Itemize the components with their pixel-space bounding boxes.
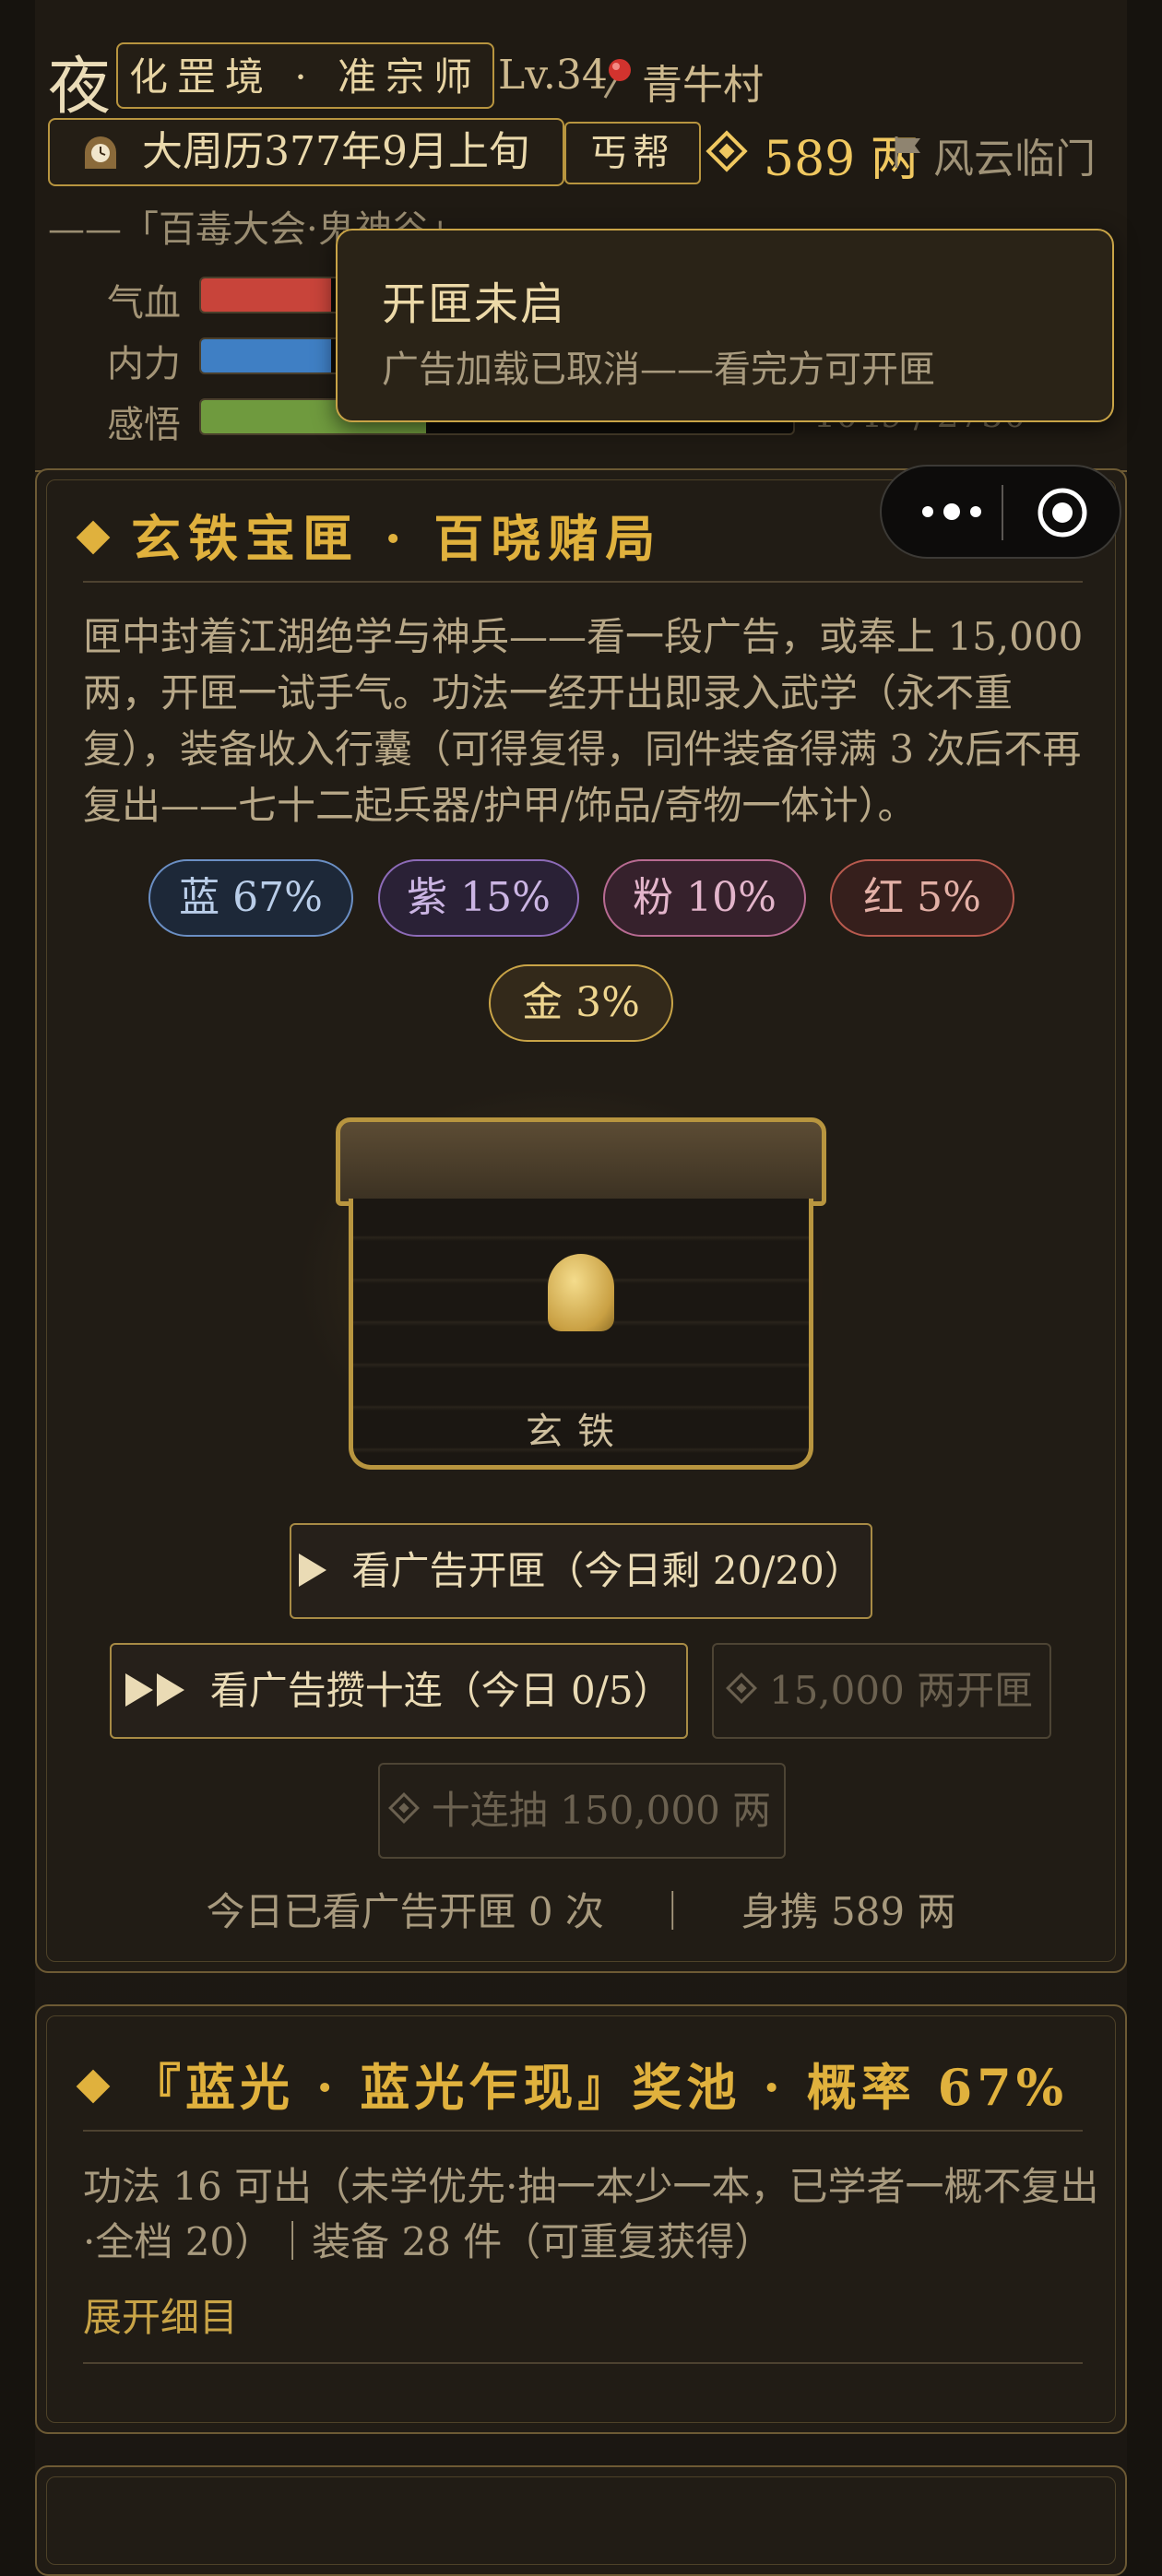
rarity-pill-gold[interactable]: 金 3% (489, 964, 673, 1042)
toast-tooltip: 开匣未启 广告加载已取消——看完方可开匣 (336, 229, 1114, 422)
pay-open-label: 15,000 两开匣 (768, 1668, 1034, 1713)
silver-diamond-icon (387, 1792, 420, 1824)
fast-forward-icon-2 (157, 1673, 185, 1707)
chest-lid[interactable] (336, 1117, 826, 1206)
mp-label: 内力 (107, 343, 181, 385)
target-circle-icon[interactable] (1037, 487, 1088, 538)
rarity-pill-red[interactable]: 红 5% (830, 859, 1014, 937)
toast-title: 开匣未启 (382, 278, 567, 330)
pool-card-title-text: 『蓝光 · 蓝光乍现』奖池 · 概率 67% (131, 2058, 1069, 2117)
silver-diamond-icon (725, 1672, 757, 1704)
mantel-clock-icon (85, 136, 116, 169)
sect-badge[interactable]: 丐帮 (564, 122, 701, 184)
chest-card-title: 玄铁宝匣 · 百晓赌局 (76, 498, 663, 571)
more-dots-icon[interactable] (913, 490, 990, 533)
calendar-date[interactable]: 大周历377年9月上旬 (48, 118, 564, 186)
location-pin-icon (603, 59, 631, 99)
date-text: 大周历377年9月上旬 (142, 128, 529, 175)
divider (83, 581, 1083, 583)
play-icon (299, 1554, 327, 1587)
pay-open-button[interactable]: 15,000 两开匣 (712, 1643, 1051, 1739)
chest-lock-icon (548, 1254, 614, 1331)
toast-message: 广告加载已取消——看完方可开匣 (382, 349, 935, 391)
hp-label: 气血 (107, 282, 181, 325)
ad-count-text: 今日已看广告开匣 0 次 (206, 1889, 604, 1934)
pay-ten-label: 十连抽 150,000 两 (431, 1788, 772, 1833)
fast-forward-icon (125, 1673, 154, 1707)
mp-bar-fill (201, 339, 332, 372)
pool-card-title: 『蓝光 · 蓝光乍现』奖池 · 概率 67% (76, 2047, 1069, 2120)
expand-details-link[interactable]: 展开细目 (83, 2286, 238, 2343)
chest-label: 玄铁 (526, 1411, 629, 1453)
next-card (35, 2465, 1127, 2576)
night-indicator: 夜 (48, 51, 112, 124)
insight-label: 感悟 (107, 404, 181, 446)
chest-footer: 今日已看广告开匣 0 次 ｜ 身携 589 两 (35, 1881, 1127, 1937)
rarity-pill-blue[interactable]: 蓝 67% (148, 859, 353, 937)
miniprogram-capsule (880, 465, 1121, 559)
location-name[interactable]: 青牛村 (642, 52, 764, 111)
capsule-divider (1002, 485, 1003, 540)
event-banner-link[interactable]: 风云临门 (933, 125, 1096, 184)
silver-diamond-icon (706, 130, 748, 172)
diamond-bullet-icon (76, 520, 111, 555)
footer-separator: ｜ (653, 1889, 693, 1934)
level-text: Lv.34 (498, 52, 608, 99)
divider (83, 2130, 1083, 2132)
chest-description: 匣中封着江湖绝学与神兵——看一段广告，或奉上 15,000 两，开匣一试手气。功… (83, 614, 1084, 828)
divider (83, 2362, 1083, 2364)
watch-ad-open-button[interactable]: 看广告开匣（今日剩 20/20） (290, 1523, 872, 1619)
watch-ad-ten-button[interactable]: 看广告攒十连（今日 0/5） (110, 1643, 688, 1739)
pool-card: 『蓝光 · 蓝光乍现』奖池 · 概率 67% 功法 16 可出（未学优先·抽一本… (35, 2004, 1127, 2434)
watch-ad-ten-label: 看广告攒十连（今日 0/5） (209, 1668, 672, 1713)
diamond-bullet-icon (76, 2069, 111, 2104)
pay-ten-button[interactable]: 十连抽 150,000 两 (378, 1763, 786, 1859)
card-inner-border (46, 2476, 1116, 2565)
hp-bar-fill (201, 278, 332, 312)
rarity-pill-purple[interactable]: 紫 15% (378, 859, 579, 937)
realm-badge[interactable]: 化罡境 · 准宗师 (116, 42, 494, 109)
rarity-pill-pink[interactable]: 粉 10% (603, 859, 806, 937)
carried-money-text: 身携 589 两 (741, 1889, 956, 1934)
chest-card-title-text: 玄铁宝匣 · 百晓赌局 (131, 509, 663, 568)
pool-description: 功法 16 可出（未学优先·抽一本少一本，已学者一概不复出·全档 20）｜装备 … (83, 2164, 1099, 2264)
flag-icon (895, 136, 920, 168)
watch-ad-open-label: 看广告开匣（今日剩 20/20） (351, 1548, 863, 1593)
